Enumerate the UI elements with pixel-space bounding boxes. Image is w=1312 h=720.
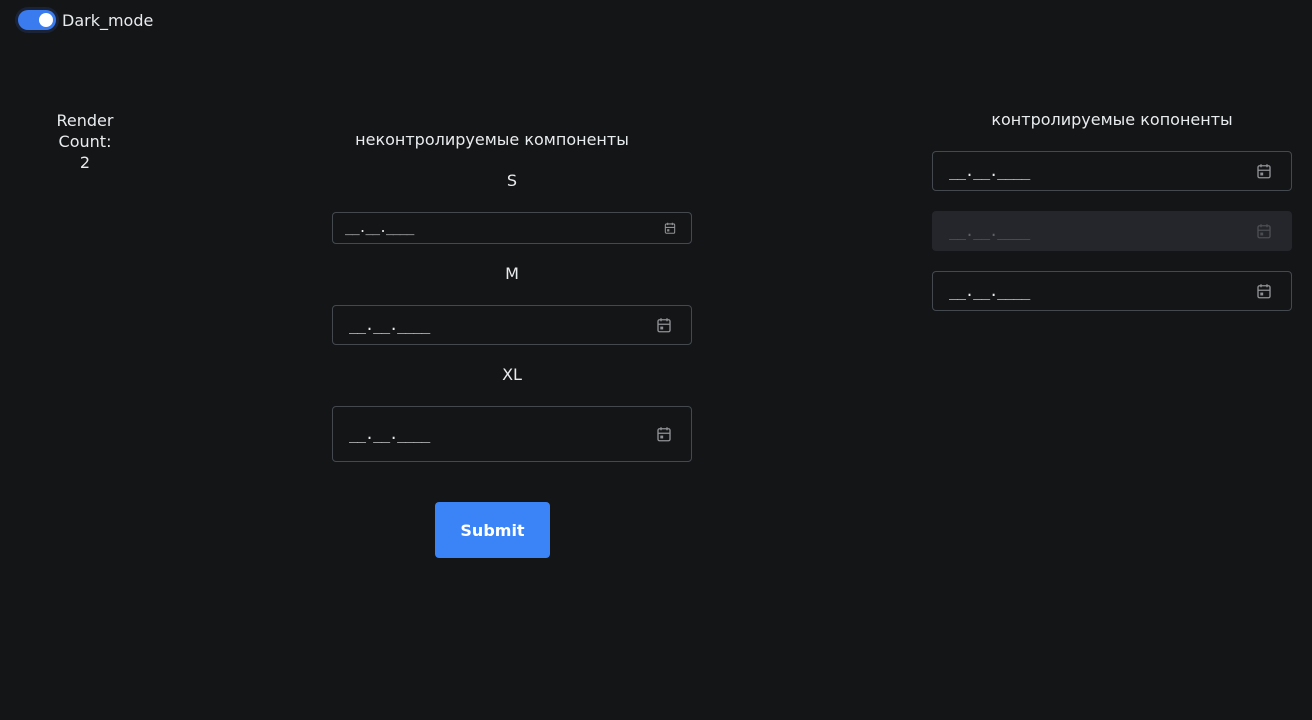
submit-button[interactable]: Submit <box>435 502 550 558</box>
calendar-icon <box>1255 222 1273 240</box>
calendar-icon[interactable] <box>663 221 677 235</box>
controlled-date-input-1[interactable]: __.__.____ <box>932 151 1292 191</box>
size-label-s: S <box>506 171 518 190</box>
uncontrolled-title: неконтролируемые компоненты <box>355 130 629 149</box>
date-input-xl-value: __.__.____ <box>349 425 430 443</box>
calendar-icon[interactable] <box>655 316 673 334</box>
size-label-xl: XL <box>502 365 522 384</box>
date-input-m-value: __.__.____ <box>349 316 430 334</box>
controlled-date-input-3-value: __.__.____ <box>949 282 1030 300</box>
render-count-label-1: Render <box>56 111 114 130</box>
controlled-date-input-1-value: __.__.____ <box>949 162 1030 180</box>
render-count-value: 2 <box>79 153 91 172</box>
date-input-s-value: __.__.____ <box>345 220 414 236</box>
dark-mode-label: Dark_mode <box>62 10 154 30</box>
render-count: Render Count: 2 <box>40 110 130 173</box>
controlled-title: контролируемые копоненты <box>991 110 1233 129</box>
date-input-m[interactable]: __.__.____ <box>332 305 692 345</box>
calendar-icon[interactable] <box>1255 282 1273 300</box>
calendar-icon[interactable] <box>655 425 673 443</box>
calendar-icon[interactable] <box>1255 162 1273 180</box>
dark-mode-toggle[interactable] <box>18 10 56 30</box>
dark-mode-switch[interactable]: Dark_mode <box>18 10 153 30</box>
controlled-date-input-2-value: __.__.____ <box>949 222 1030 240</box>
controlled-date-input-2-disabled: __.__.____ <box>932 211 1292 251</box>
date-input-s[interactable]: __.__.____ <box>332 212 692 244</box>
controlled-date-input-3[interactable]: __.__.____ <box>932 271 1292 311</box>
render-count-label-2: Count: <box>58 132 112 151</box>
date-input-xl[interactable]: __.__.____ <box>332 406 692 462</box>
toggle-knob <box>39 13 53 27</box>
size-label-m: M <box>505 264 519 283</box>
